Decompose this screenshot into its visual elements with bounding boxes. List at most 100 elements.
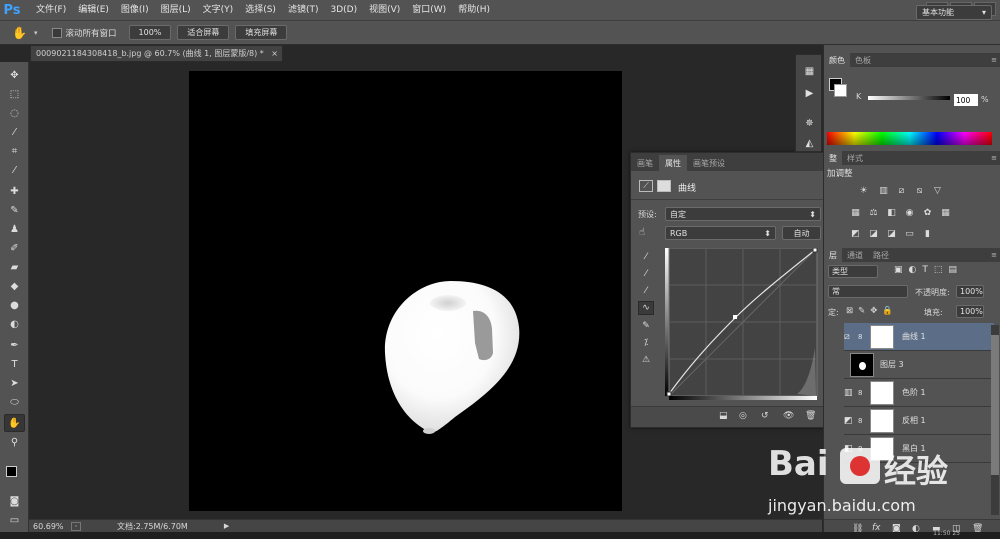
- panel-menu-icon[interactable]: ≡: [991, 56, 997, 64]
- background-color-swatch[interactable]: [834, 84, 847, 97]
- quick-mask-icon[interactable]: ◙: [4, 492, 25, 510]
- k-slider[interactable]: [868, 96, 950, 100]
- history-brush-tool-icon[interactable]: ✐: [4, 239, 25, 257]
- layer-mask-icon[interactable]: [657, 180, 671, 192]
- hand-tool-icon[interactable]: ✋: [12, 26, 34, 40]
- reset-icon[interactable]: ↺: [761, 411, 769, 421]
- blend-mode-select[interactable]: 常: [828, 285, 908, 298]
- opacity-input[interactable]: 100%: [956, 285, 984, 298]
- k-value-input[interactable]: 100: [954, 94, 978, 106]
- tab-adjustments[interactable]: 整: [824, 151, 842, 165]
- auto-button[interactable]: 自动: [782, 226, 821, 240]
- menu-window[interactable]: 窗口(W): [406, 0, 452, 20]
- black-white-icon[interactable]: ◧: [885, 207, 898, 218]
- menu-type[interactable]: 文字(Y): [197, 0, 240, 20]
- fit-screen-button[interactable]: 适合屏幕: [177, 25, 230, 40]
- pen-tool-icon[interactable]: ✒: [4, 336, 25, 354]
- brightness-icon[interactable]: ☀: [857, 185, 870, 196]
- dodge-tool-icon[interactable]: ◐: [4, 315, 25, 333]
- menu-help[interactable]: 帮助(H): [452, 0, 496, 20]
- menu-view[interactable]: 视图(V): [363, 0, 406, 20]
- hue-saturation-icon[interactable]: ▦: [849, 207, 862, 218]
- curve-point-tool-icon[interactable]: ∿: [638, 301, 654, 315]
- history-icon[interactable]: ▦: [800, 63, 819, 80]
- brush-settings-icon[interactable]: ✵: [800, 115, 819, 132]
- tab-channels[interactable]: 通道: [842, 248, 868, 262]
- eyedropper-tool-icon[interactable]: ⁄: [4, 161, 25, 179]
- smooth-curve-icon[interactable]: ⁒: [638, 336, 654, 350]
- panel-menu-icon[interactable]: ≡: [991, 251, 997, 259]
- workspace-select[interactable]: 基本功能 ▾: [916, 5, 992, 20]
- crop-tool-icon[interactable]: ⌗: [4, 142, 25, 160]
- clone-stamp-tool-icon[interactable]: ♟: [4, 220, 25, 238]
- blur-tool-icon[interactable]: ●: [4, 296, 25, 314]
- chain-link-icon[interactable]: 8: [858, 417, 866, 425]
- menu-3d[interactable]: 3D(D): [324, 0, 363, 20]
- black-point-eyedropper-icon[interactable]: ⁄: [638, 250, 654, 264]
- chain-link-icon[interactable]: 8: [858, 333, 866, 341]
- adjust-levels-icon[interactable]: ◭: [800, 135, 819, 152]
- eraser-tool-icon[interactable]: ▰: [4, 258, 25, 276]
- curves-icon[interactable]: ⧄: [895, 185, 908, 196]
- posterize-icon[interactable]: ◪: [867, 228, 880, 239]
- layer-mask-thumbnail[interactable]: [870, 408, 894, 433]
- quick-select-tool-icon[interactable]: ⁄: [4, 123, 25, 141]
- marquee-tool-icon[interactable]: ⬚: [4, 85, 25, 103]
- zoom-tool-icon[interactable]: ⚲: [4, 433, 25, 451]
- move-tool-icon[interactable]: ✥: [4, 66, 25, 84]
- zoom-100-button[interactable]: 100%: [128, 25, 172, 40]
- menu-edit[interactable]: 编辑(E): [72, 0, 115, 20]
- panel-menu-icon[interactable]: ≡: [991, 154, 997, 162]
- photo-filter-icon[interactable]: ◉: [903, 207, 916, 218]
- tab-styles[interactable]: 样式: [842, 151, 868, 165]
- shape-tool-icon[interactable]: ⬭: [4, 393, 25, 411]
- tab-layers[interactable]: 层: [824, 248, 842, 262]
- path-select-tool-icon[interactable]: ➤: [4, 374, 25, 392]
- scroll-all-windows-checkbox[interactable]: [51, 27, 62, 38]
- menu-layer[interactable]: 图层(L): [155, 0, 197, 20]
- levels-icon[interactable]: ▥: [877, 185, 890, 196]
- curves-adjustment-icon[interactable]: ⟋: [639, 180, 653, 192]
- invert-icon[interactable]: ◩: [849, 228, 862, 239]
- selective-color-icon[interactable]: ▮: [921, 228, 934, 239]
- healing-brush-tool-icon[interactable]: ✚: [4, 182, 25, 200]
- layer-mask-thumbnail[interactable]: [870, 380, 894, 405]
- brush-tool-icon[interactable]: ✎: [4, 201, 25, 219]
- layer-row[interactable]: 图层 3: [844, 351, 994, 379]
- tab-swatches[interactable]: 色板: [850, 53, 876, 67]
- lasso-tool-icon[interactable]: ◌: [4, 104, 25, 122]
- layer-filter-kind-select[interactable]: 类型: [828, 265, 878, 278]
- target-adjust-icon[interactable]: ☝: [639, 227, 645, 238]
- document-canvas[interactable]: [189, 71, 622, 511]
- layer-mask-thumbnail[interactable]: [870, 324, 894, 349]
- layers-scrollbar[interactable]: [991, 325, 999, 515]
- layer-row[interactable]: ⧄ 8 曲线 1: [844, 323, 994, 351]
- delete-trash-icon[interactable]: 🗑: [805, 411, 816, 421]
- layer-row[interactable]: ▥ 8 色阶 1: [844, 379, 994, 407]
- tab-color[interactable]: 颜色: [824, 53, 850, 67]
- zoom-level[interactable]: 60.69%: [33, 522, 65, 531]
- document-tab[interactable]: 0009021184308418_b.jpg @ 60.7% (曲线 1, 图层…: [30, 45, 283, 62]
- close-document-icon[interactable]: ×: [271, 49, 278, 58]
- status-arrow-icon[interactable]: ▶: [224, 522, 229, 530]
- menu-select[interactable]: 选择(S): [239, 0, 282, 20]
- color-lookup-icon[interactable]: ▦: [939, 207, 952, 218]
- vibrance-icon[interactable]: ▽: [931, 185, 944, 196]
- curves-graph[interactable]: [665, 247, 819, 400]
- screen-mode-icon[interactable]: ▭: [4, 511, 25, 529]
- pencil-draw-icon[interactable]: ✎: [638, 319, 654, 333]
- fill-input[interactable]: 100%: [956, 305, 984, 318]
- actions-play-icon[interactable]: ▶: [800, 85, 819, 102]
- gray-point-eyedropper-icon[interactable]: ⁄: [638, 267, 654, 281]
- white-point-eyedropper-icon[interactable]: ⁄: [638, 284, 654, 298]
- color-spectrum-bar[interactable]: [827, 132, 992, 145]
- gradient-map-icon[interactable]: ▭: [903, 228, 916, 239]
- layer-thumbnail[interactable]: [850, 352, 874, 377]
- type-tool-icon[interactable]: T: [4, 355, 25, 373]
- clipping-warning-icon[interactable]: ⚠: [638, 353, 654, 367]
- threshold-icon[interactable]: ◪: [885, 228, 898, 239]
- foreground-color-swatch[interactable]: [6, 466, 17, 477]
- hand-tool-icon[interactable]: ✋: [4, 414, 25, 432]
- tab-paths[interactable]: 路径: [868, 248, 894, 262]
- tab-properties[interactable]: 属性: [659, 155, 687, 171]
